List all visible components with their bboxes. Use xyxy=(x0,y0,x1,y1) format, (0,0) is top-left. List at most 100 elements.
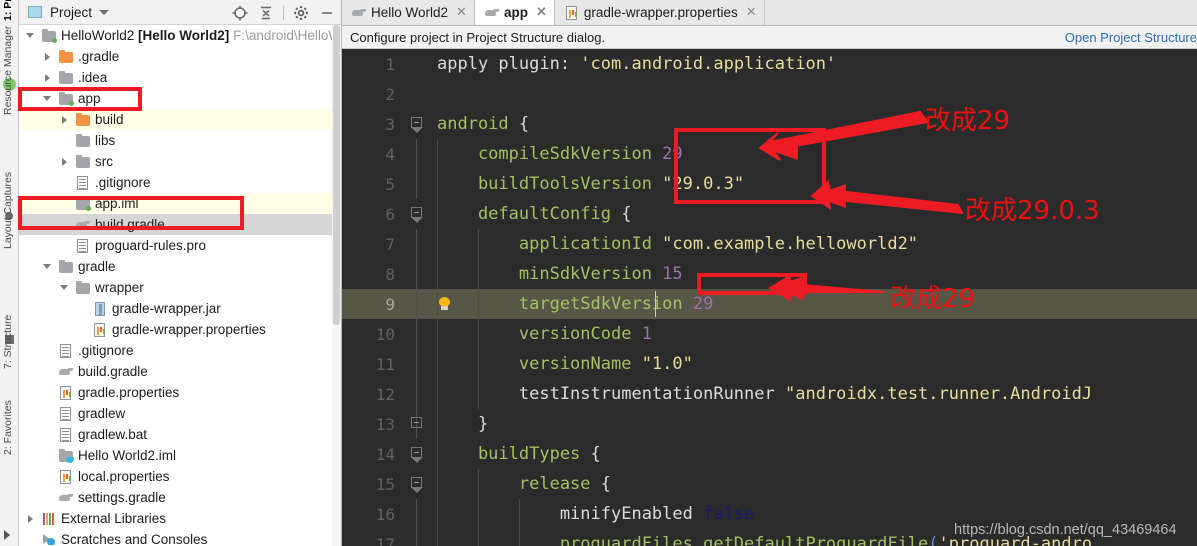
code-editor[interactable]: 1 apply plugin: 'com.android.application'… xyxy=(342,49,1197,546)
tree-row[interactable]: Scratches and Consoles xyxy=(19,529,341,545)
fold-gutter[interactable] xyxy=(406,139,428,169)
fold-collapse-icon[interactable] xyxy=(411,477,423,493)
editor-tab[interactable]: Hello World2 ✕ xyxy=(342,0,475,25)
tree-row-label: gradle xyxy=(78,259,116,274)
tree-row[interactable]: .gitignore xyxy=(19,172,341,193)
code-line[interactable]: 5 buildToolsVersion "29.0.3" xyxy=(342,169,1197,199)
project-panel-scrollbar[interactable] xyxy=(332,25,341,546)
tree-expand-arrow-icon[interactable] xyxy=(42,261,53,272)
code-line[interactable]: 4 compileSdkVersion 29 xyxy=(342,139,1197,169)
fold-collapse-icon[interactable] xyxy=(411,207,423,223)
tree-row[interactable]: wrapper xyxy=(19,277,341,298)
tree-row[interactable]: HelloWorld2 [Hello World2] F:\android\He… xyxy=(19,25,341,46)
fold-gutter[interactable] xyxy=(406,409,428,439)
tree-row[interactable]: gradle-wrapper.jar xyxy=(19,298,341,319)
vtab-favorites[interactable]: 2: Favorites xyxy=(0,400,19,455)
code-line[interactable]: 2 xyxy=(342,79,1197,109)
vtab-project[interactable]: 1: Project xyxy=(0,0,19,21)
tree-row-label: settings.gradle xyxy=(78,490,166,505)
vtab-layout-captures[interactable]: Layout Captures xyxy=(0,172,19,249)
fold-gutter[interactable] xyxy=(406,379,428,409)
tree-row[interactable]: .gitignore xyxy=(19,340,341,361)
intention-bulb-icon[interactable] xyxy=(438,297,451,310)
fold-gutter[interactable] xyxy=(406,529,428,546)
code-line[interactable]: 15 release { xyxy=(342,469,1197,499)
code-line[interactable]: 17 proguardFiles getDefaultProguardFile(… xyxy=(342,529,1197,546)
fold-gutter[interactable] xyxy=(406,229,428,259)
code-line[interactable]: 8 minSdkVersion 15 xyxy=(342,259,1197,289)
tree-expand-arrow-icon[interactable] xyxy=(59,156,70,167)
tree-row[interactable]: External Libraries xyxy=(19,508,341,529)
fold-gutter[interactable] xyxy=(406,109,428,139)
close-icon[interactable]: ✕ xyxy=(456,4,467,20)
fold-gutter[interactable] xyxy=(406,199,428,229)
editor-tab-bar[interactable]: Hello World2 ✕ app ✕ gradle-wrapper.properti… xyxy=(342,0,1197,26)
fold-gutter[interactable] xyxy=(406,49,428,79)
fold-collapse-icon[interactable] xyxy=(411,117,423,133)
tree-row[interactable]: .gradle xyxy=(19,46,341,67)
fold-gutter[interactable] xyxy=(406,319,428,349)
editor-tab[interactable]: gradle-wrapper.properties ✕ xyxy=(554,0,765,25)
fold-gutter[interactable] xyxy=(406,259,428,289)
vtab-structure[interactable]: 7: Structure xyxy=(0,315,19,369)
tree-row[interactable]: build.gradle xyxy=(19,214,341,235)
target-locate-icon[interactable] xyxy=(228,1,252,24)
fold-collapse-icon[interactable] xyxy=(411,447,423,463)
code-line[interactable]: 16 minifyEnabled false xyxy=(342,499,1197,529)
close-icon[interactable]: ✕ xyxy=(746,4,757,20)
tree-expand-arrow-icon[interactable] xyxy=(59,114,70,125)
tree-row[interactable]: src xyxy=(19,151,341,172)
close-icon[interactable]: ✕ xyxy=(536,4,547,20)
code-line[interactable]: 14 buildTypes { xyxy=(342,439,1197,469)
tree-row[interactable]: gradle.properties xyxy=(19,382,341,403)
code-line[interactable]: 7 applicationId "com.example.helloworld2… xyxy=(342,229,1197,259)
fold-gutter[interactable] xyxy=(406,349,428,379)
tree-row[interactable]: local.properties xyxy=(19,466,341,487)
fold-gutter[interactable] xyxy=(406,469,428,499)
tree-row[interactable]: build xyxy=(19,109,341,130)
editor-tab-label: gradle-wrapper.properties xyxy=(583,4,738,20)
fold-gutter[interactable] xyxy=(406,79,428,109)
tree-row[interactable]: gradle xyxy=(19,256,341,277)
tree-expand-arrow-icon[interactable] xyxy=(59,282,70,293)
editor-tab[interactable]: app ✕ xyxy=(474,0,555,25)
open-project-structure-link[interactable]: Open Project Structure xyxy=(1065,26,1197,49)
tree-expand-arrow-icon[interactable] xyxy=(42,51,53,62)
tree-row[interactable]: .idea xyxy=(19,67,341,88)
minimize-icon[interactable] xyxy=(315,1,339,24)
tree-row[interactable]: Hello World2.iml xyxy=(19,445,341,466)
collapse-all-icon[interactable] xyxy=(254,1,278,24)
fold-gutter[interactable] xyxy=(406,499,428,529)
scrollbar-thumb[interactable] xyxy=(333,25,340,325)
code-line[interactable]: 3 android { xyxy=(342,109,1197,139)
tree-expand-arrow-icon[interactable] xyxy=(42,72,53,83)
tree-row[interactable]: settings.gradle xyxy=(19,487,341,508)
tree-expand-arrow-icon[interactable] xyxy=(42,93,53,104)
code-line[interactable]: 1 apply plugin: 'com.android.application' xyxy=(342,49,1197,79)
code-line[interactable]: 10 versionCode 1 xyxy=(342,319,1197,349)
code-line[interactable]: 11 versionName "1.0" xyxy=(342,349,1197,379)
gear-icon[interactable] xyxy=(289,1,313,24)
tree-row[interactable]: gradlew xyxy=(19,403,341,424)
chevron-down-icon[interactable] xyxy=(99,9,110,15)
code-line[interactable]: 6 defaultConfig { xyxy=(342,199,1197,229)
fold-gutter[interactable] xyxy=(406,439,428,469)
fold-gutter[interactable] xyxy=(406,289,428,319)
code-line[interactable]: 13 } xyxy=(342,409,1197,439)
tree-row[interactable]: proguard-rules.pro xyxy=(19,235,341,256)
tree-row[interactable]: app.iml xyxy=(19,193,341,214)
tree-expand-arrow-icon[interactable] xyxy=(25,30,36,41)
tree-row[interactable]: gradle-wrapper.properties xyxy=(19,319,341,340)
code-line[interactable]: 12 testInstrumentationRunner "androidx.t… xyxy=(342,379,1197,409)
tree-row[interactable]: build.gradle xyxy=(19,361,341,382)
tree-expand-arrow-icon[interactable] xyxy=(25,513,36,524)
project-tree[interactable]: HelloWorld2 [Hello World2] F:\android\He… xyxy=(19,25,341,545)
tree-row[interactable]: libs xyxy=(19,130,341,151)
fold-end-icon[interactable] xyxy=(411,417,422,428)
tree-row[interactable]: gradlew.bat xyxy=(19,424,341,445)
vtab-resource-manager[interactable]: Resource Manager xyxy=(0,26,19,115)
tree-row[interactable]: app xyxy=(19,88,341,109)
fold-gutter[interactable] xyxy=(406,169,428,199)
code-line[interactable]: 9 targetSdkVersion 29 xyxy=(342,289,1197,319)
